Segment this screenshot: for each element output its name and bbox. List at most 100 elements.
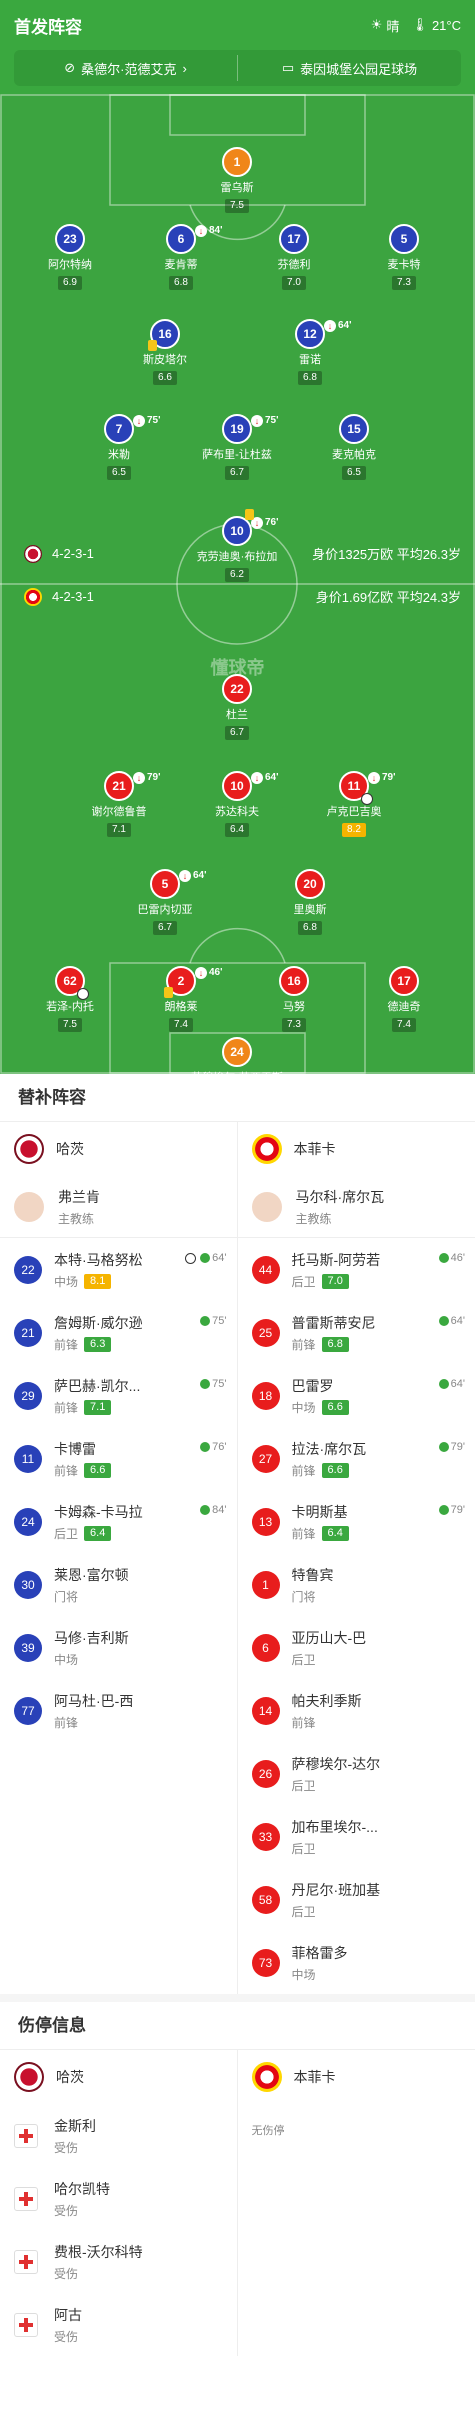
injury-row[interactable]: 金斯利 受伤: [0, 2104, 237, 2167]
home-player[interactable]: 15 麦克帕克 6.5: [299, 414, 409, 480]
injury-status: 受伤: [54, 2266, 79, 2281]
sub-time: 76': [265, 517, 279, 528]
player-position: 中场: [54, 1274, 79, 1289]
injury-row[interactable]: 阿古 受伤: [0, 2293, 237, 2356]
venue-name: 泰因城堡公园足球场: [300, 61, 418, 77]
away-subs-header: 本菲卡: [238, 1122, 475, 1176]
player-position: 前锋: [54, 1400, 79, 1415]
jersey-number: 33: [251, 1822, 280, 1851]
sub-time: 75': [265, 415, 279, 426]
sub-time: 64': [338, 320, 352, 331]
home-coach[interactable]: 弗兰肯 主教练: [0, 1176, 237, 1238]
coach-role: 主教练: [58, 1211, 95, 1226]
away-subs: 本菲卡 马尔科·席尔瓦 主教练 44 托马斯-阿劳若 后卫 7.0 46' 25 普雷斯蒂安尼…: [237, 1122, 475, 1994]
injury-row[interactable]: 费根-沃尔科特 受伤: [0, 2230, 237, 2293]
jersey-number: 13: [251, 1507, 280, 1536]
sub-out-icon: ↓: [133, 415, 145, 427]
substitution-indicator: ↓ 76': [251, 510, 279, 536]
home-player[interactable]: 17 芬德利 7.0: [239, 224, 349, 290]
sub-in-indicator: 84': [200, 1504, 227, 1516]
sub-player-row[interactable]: 21 詹姆斯·威尔逊 前锋 6.3 75': [0, 1301, 237, 1364]
thermometer-icon: 🌡: [411, 17, 428, 32]
sub-out-icon: ↓: [368, 772, 380, 784]
referee-link[interactable]: ⊘ 桑德尔·范德艾克 ›: [14, 59, 237, 78]
avatar: [14, 1191, 44, 1222]
home-player[interactable]: 16 斯皮塔尔 6.6: [110, 319, 220, 385]
injury-status: 受伤: [54, 2140, 79, 2155]
away-player[interactable]: 20 里奥斯 6.8: [255, 869, 365, 935]
home-player[interactable]: 12 ↓ 64' 雷诺 6.8: [255, 319, 365, 385]
subs-title: 替补阵容: [0, 1074, 475, 1122]
player-rating: 6.2: [225, 568, 249, 582]
away-player[interactable]: 17 德迪奇 7.4: [349, 966, 459, 1032]
away-player[interactable]: 10 ↓ 64' 苏达科夫 6.4: [182, 771, 292, 837]
sub-player-row[interactable]: 26 萨穆埃尔-达尔 后卫: [238, 1742, 475, 1805]
home-player[interactable]: 19 ↓ 75' 萨布里-让杜兹 6.7: [182, 414, 292, 480]
sub-player-row[interactable]: 11 卡博雷 前锋 6.6 76': [0, 1427, 237, 1490]
sub-player-row[interactable]: 6 亚历山大-巴 后卫: [238, 1616, 475, 1679]
sub-player-row[interactable]: 1 特鲁宾 门将: [238, 1553, 475, 1616]
away-coach[interactable]: 马尔科·席尔瓦 主教练: [237, 1176, 475, 1238]
sub-player-row[interactable]: 24 卡姆森-卡马拉 后卫 6.4 84': [0, 1490, 237, 1553]
away-player[interactable]: 62 若泽-内托 7.5: [15, 966, 125, 1032]
away-player[interactable]: 22 杜兰 6.7: [182, 674, 292, 740]
player-name: 卢克巴吉奥: [326, 806, 382, 818]
home-player[interactable]: 1 雷乌斯 7.5: [182, 147, 292, 213]
player-name: 麦卡特: [387, 259, 421, 271]
player-name: 斯皮塔尔: [143, 354, 187, 366]
sub-player-row[interactable]: 25 普雷斯蒂安尼 前锋 6.8 64': [238, 1301, 475, 1364]
player-name: 克劳迪奥·布拉加: [196, 551, 278, 563]
home-subs-header: 哈茨: [0, 1122, 237, 1176]
sub-in-indicator: 64': [438, 1378, 465, 1390]
sub-player-row[interactable]: 13 卡明斯基 前锋 6.4 79': [238, 1490, 475, 1553]
substitution-indicator: ↓ 64': [179, 863, 207, 889]
player-rating: 6.6: [321, 1399, 349, 1415]
top-bar: 首发阵容 ☀ 晴 🌡 21°C: [0, 0, 475, 50]
sub-time: 79': [450, 1441, 465, 1453]
sub-player-row[interactable]: 73 菲格雷多 中场: [238, 1931, 475, 1994]
player-position: 后卫: [291, 1274, 316, 1289]
sub-player-row[interactable]: 29 萨巴赫·凯尔... 前锋 7.1 75': [0, 1364, 237, 1427]
player-name: 德迪奇: [387, 1001, 421, 1013]
sub-player-row[interactable]: 14 帕夫利季斯 前锋: [238, 1679, 475, 1742]
player-rating: 6.3: [84, 1336, 112, 1352]
sub-in-icon: [438, 1379, 449, 1389]
home-player[interactable]: 23 阿尔特纳 6.9: [15, 224, 125, 290]
injury-status: 受伤: [54, 2203, 79, 2218]
away-injuries-header: 本菲卡: [238, 2050, 475, 2104]
away-player[interactable]: 5 ↓ 64' 巴雷内切亚 6.7: [110, 869, 220, 935]
home-player[interactable]: 10 ↓ 76' 克劳迪奥·布拉加 6.2: [182, 509, 292, 582]
home-player[interactable]: 5 麦卡特 7.3: [349, 224, 459, 290]
yellow-card-icon: [245, 509, 254, 520]
player-name: 金斯利: [54, 2117, 96, 2134]
player-rating: 6.7: [225, 726, 249, 740]
jersey-number: 19 ↓ 75': [222, 414, 279, 444]
player-name: 芬德利: [277, 259, 311, 271]
hearts-crest-icon: [24, 544, 42, 563]
sub-player-row[interactable]: 44 托马斯-阿劳若 后卫 7.0 46': [238, 1238, 475, 1301]
away-player[interactable]: 11 ↓ 79' 卢克巴吉奥 8.2: [299, 771, 409, 837]
sub-player-row[interactable]: 22 本特·马格努松 中场 8.1 64': [0, 1238, 237, 1301]
sub-player-row[interactable]: 77 阿马杜·巴-西 前锋: [0, 1679, 237, 1742]
sub-player-row[interactable]: 18 巴雷罗 中场 6.6 64': [238, 1364, 475, 1427]
sub-player-row[interactable]: 58 丹尼尔·班加基 后卫: [238, 1868, 475, 1931]
injury-row[interactable]: 哈尔凯特 受伤: [0, 2167, 237, 2230]
team-name: 哈茨: [56, 2069, 84, 2085]
player-name: 朗格莱: [164, 1001, 198, 1013]
home-player[interactable]: 6 ↓ 84' 麦肯蒂 6.8: [126, 224, 236, 290]
away-player[interactable]: 16 马努 7.3: [239, 966, 349, 1032]
medical-icon: [14, 2186, 38, 2211]
sub-player-row[interactable]: 30 莱恩·富尔顿 门将: [0, 1553, 237, 1616]
home-player[interactable]: 7 ↓ 75' 米勒 6.5: [64, 414, 174, 480]
sub-in-indicator: 75': [200, 1378, 227, 1390]
sub-player-row[interactable]: 39 马修·吉利斯 中场: [0, 1616, 237, 1679]
jersey-number: 30: [14, 1570, 42, 1599]
player-rating: 7.3: [392, 276, 416, 290]
away-player[interactable]: 2 ↓ 46' 朗格莱 7.4: [126, 966, 236, 1032]
away-player[interactable]: 21 ↓ 79' 谢尔德鲁普 7.1: [64, 771, 174, 837]
player-rating: 7.1: [107, 823, 131, 837]
player-name: 莱恩·富尔顿: [54, 1566, 129, 1583]
away-player[interactable]: 24萨穆埃尔·苏亚雷斯6.9: [182, 1037, 292, 1074]
sub-player-row[interactable]: 33 加布里埃尔-... 后卫: [238, 1805, 475, 1868]
sub-player-row[interactable]: 27 拉法·席尔瓦 前锋 6.6 79': [238, 1427, 475, 1490]
